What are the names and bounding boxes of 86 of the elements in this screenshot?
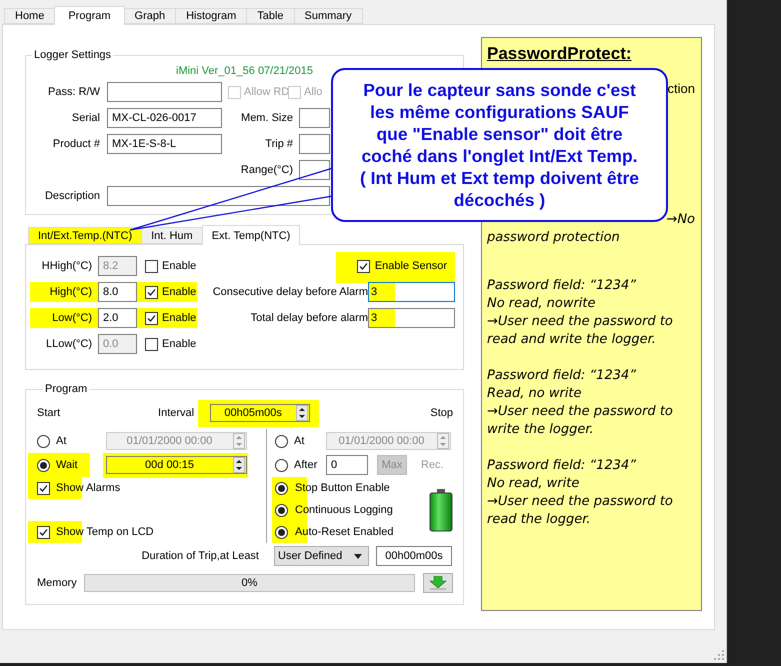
checkbox-label: Enable [162, 286, 196, 298]
checkbox-label: Allow RD [244, 86, 290, 98]
checkbox[interactable] [356, 260, 370, 272]
radio-button[interactable] [275, 504, 288, 516]
field-label: Mem. Size [241, 112, 294, 124]
unit-label: Rec. [421, 459, 444, 471]
field-label: Memory [37, 577, 77, 589]
tab[interactable]: Home [4, 8, 56, 24]
checkbox-label: Enable [162, 338, 196, 350]
note-paragraph: Password field: “1234” No read, write →User need the password to read the logger. [487, 457, 674, 529]
field-label: Low(°C) [51, 312, 92, 324]
radio-button[interactable] [275, 458, 288, 472]
field-label: Consecutive delay before Alarm [212, 286, 368, 298]
field-label: Duration of Trip,at Least [140, 550, 259, 562]
tab[interactable]: Ext. Temp(NTC) [202, 225, 300, 245]
tab[interactable]: Int/Ext.Temp.(NTC) [28, 227, 142, 244]
interval-spinbox[interactable]: 00h05m00s [210, 404, 310, 422]
callout: Pour le capteur sans sonde c'est les même configurations SAUF que "Enable sensor" doit être coché dans l'onglet Int/Ext Temp. ( Int Hum et Ext temp doivent être décochés ) [331, 68, 668, 222]
tab[interactable]: Program [54, 6, 125, 25]
note-text: →No [665, 211, 695, 229]
download-button[interactable] [423, 573, 453, 593]
radio-button[interactable] [37, 458, 50, 472]
section-label: Start [37, 407, 60, 419]
percent-label: 0% [241, 577, 258, 589]
version-text: iMini Ver_01_56 07/21/2015 [175, 65, 314, 77]
group-title: Logger Settings [33, 49, 112, 61]
field-label: Interval [157, 407, 194, 419]
battery-icon [429, 488, 453, 532]
checkbox[interactable] [145, 286, 158, 298]
group-title: Program [44, 383, 88, 395]
delay-field[interactable]: 3 [368, 282, 455, 302]
tab[interactable]: Table [246, 8, 295, 24]
description-field[interactable] [107, 186, 330, 206]
text-field[interactable] [107, 82, 222, 102]
field-label: Trip # [265, 138, 294, 150]
note-paragraph: Password field: “1234” Read, no write →User need the password to write the logger. [487, 367, 674, 439]
radio-label: At [294, 435, 304, 447]
duration-field[interactable]: 00h00m00s [376, 546, 452, 566]
number-field[interactable]: 2.0 [98, 308, 137, 328]
text-field[interactable]: MX-CL-026-0017 [107, 108, 222, 128]
caret-icon [354, 554, 362, 558]
radio-label: At [56, 435, 66, 447]
radio-button[interactable] [275, 482, 288, 494]
checkbox-label: Allo [304, 86, 322, 98]
section-label: Stop [429, 407, 454, 419]
tab[interactable]: Graph [124, 8, 176, 24]
download-icon [429, 576, 448, 590]
note-title: PasswordProtect: [487, 44, 633, 64]
text-field[interactable] [299, 108, 330, 128]
checkbox[interactable] [145, 260, 158, 272]
field-label: High(°C) [48, 286, 92, 298]
checkbox[interactable] [37, 482, 50, 494]
text-field[interactable]: MX-1E-S-8-L [107, 134, 222, 154]
checkbox-label: Enable [162, 312, 196, 324]
text-field[interactable] [299, 134, 330, 154]
checkbox-label: Enable Sensor [374, 260, 447, 272]
field-label: Description [44, 190, 101, 202]
radio-label: Wait [56, 459, 78, 471]
checkbox[interactable] [145, 338, 158, 350]
field-label: HHigh(°C) [40, 260, 92, 272]
field-label: Pass: R/W [48, 86, 101, 98]
checkbox-label: Enable [162, 260, 196, 272]
time-spinbox[interactable]: 00d 00:15 [106, 456, 247, 474]
field-label: LLow(°C) [45, 338, 92, 350]
count-field[interactable]: 0 [326, 455, 368, 475]
note-paragraph: Password field: “1234” No read, nowrite →User need the password to read and write the logger. [487, 277, 674, 349]
note-text: password protection [487, 229, 621, 247]
field-label: Total delay before alarm [250, 312, 368, 324]
stepper-icon[interactable] [233, 456, 245, 472]
stepper-icon[interactable] [296, 404, 308, 420]
text-field[interactable] [299, 160, 330, 180]
number-field[interactable]: 8.0 [98, 282, 137, 302]
field-label: Range(°C) [240, 164, 294, 176]
tab[interactable]: Int. Hum [141, 227, 203, 244]
radio-button[interactable] [275, 526, 288, 538]
delay-field[interactable]: 3 [368, 308, 455, 328]
tab[interactable]: Summary [294, 8, 363, 24]
field-label: Serial [72, 112, 101, 124]
tab[interactable]: Histogram [175, 8, 248, 24]
field-label: Product # [52, 138, 101, 150]
radio-label: After [294, 459, 318, 471]
checkbox[interactable] [145, 312, 158, 324]
resize-grip-icon[interactable] [714, 650, 724, 660]
checkbox[interactable] [37, 526, 50, 538]
mode-dropdown[interactable]: User Defined [274, 546, 369, 566]
note-text: ction [668, 81, 695, 96]
